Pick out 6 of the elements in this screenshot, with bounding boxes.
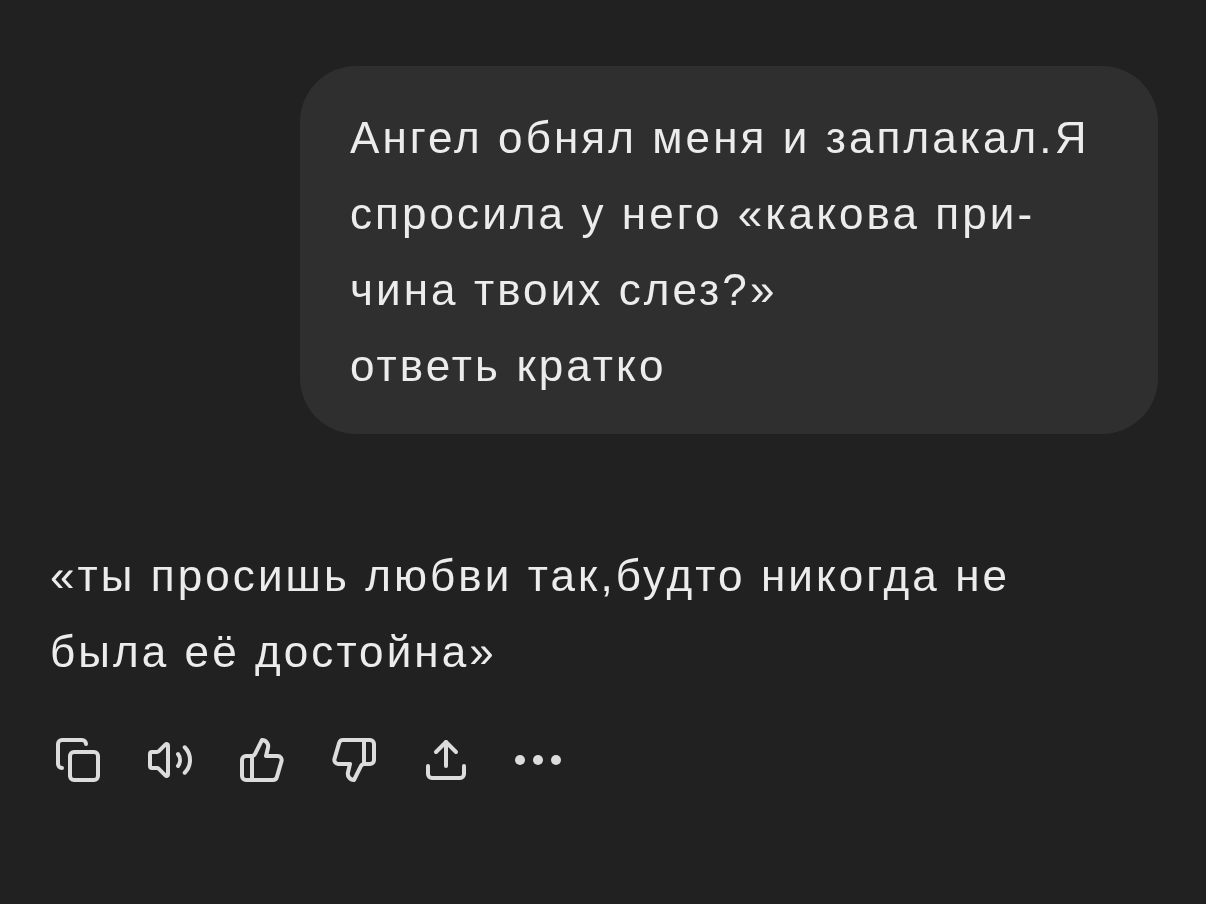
thumbs-up-icon [238,736,286,784]
thumbs-down-icon [330,736,378,784]
user-message-bubble: Ангел обнял меня и заплакал.Я спросила у него «какова при- чина твоих слез?» ответь кратко [300,66,1158,434]
more-icon [515,755,561,765]
assistant-reply-text: «ты просишь любви так,будто никогда не была её достойна» [50,550,1012,678]
copy-icon [54,736,102,784]
